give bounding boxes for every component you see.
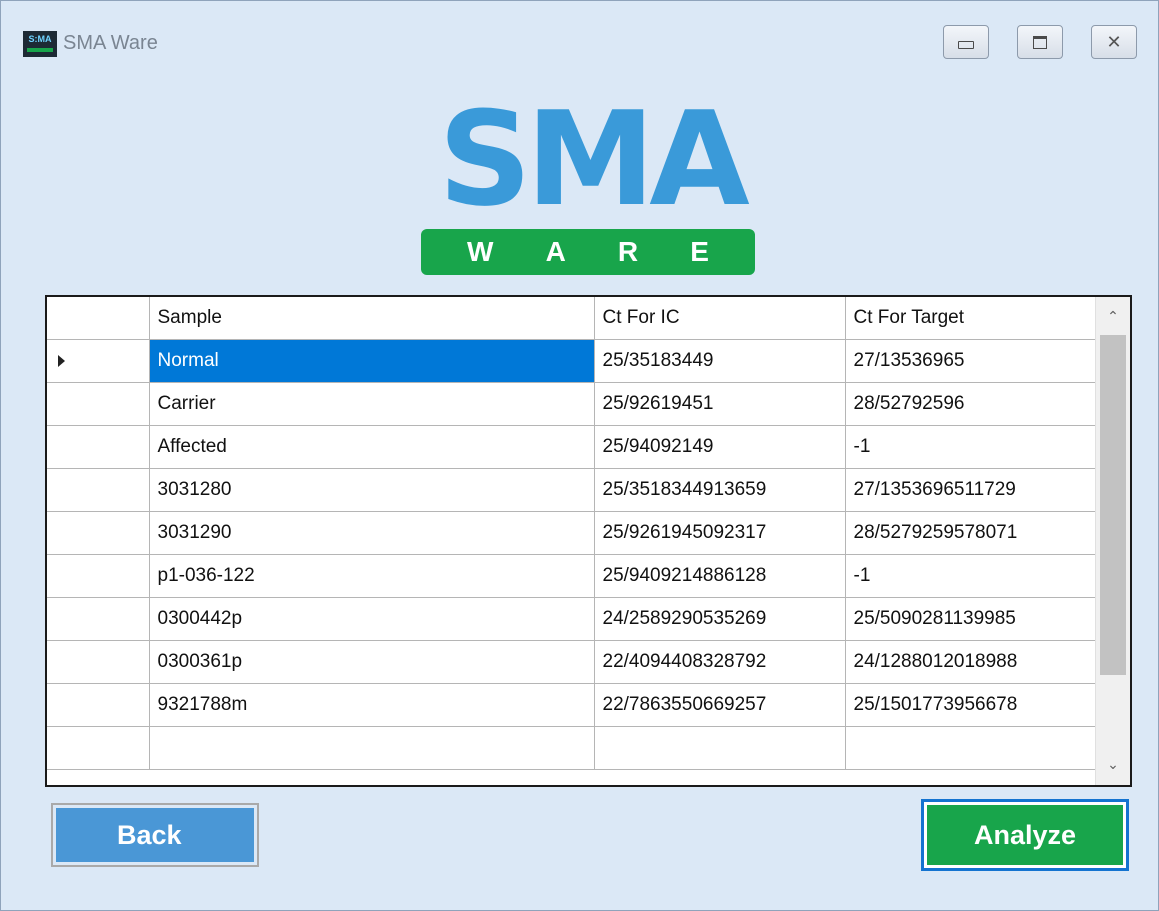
cell-ct-ic[interactable]: 25/35183449	[593, 338, 846, 383]
cell-ct-ic[interactable]: 22/4094408328792	[593, 639, 846, 684]
scroll-down-arrow-icon[interactable]: ⌄	[1096, 747, 1130, 783]
current-row-arrow-icon	[58, 354, 65, 367]
cell-ct-ic[interactable]: 25/9409214886128	[593, 553, 846, 598]
cell-ct-target[interactable]: -1	[844, 553, 1097, 598]
row-header[interactable]	[47, 510, 150, 555]
table-row[interactable]: 9321788m 22/7863550669257 25/1501773956678	[47, 682, 1097, 727]
back-button[interactable]: Back	[51, 803, 259, 867]
row-header[interactable]	[47, 467, 150, 512]
cell-sample[interactable]: Affected	[148, 424, 595, 469]
cell-sample[interactable]: 3031280	[148, 467, 595, 512]
cell-ct-ic[interactable]: 25/94092149	[593, 424, 846, 469]
cell-ct-ic[interactable]: 22/7863550669257	[593, 682, 846, 727]
empty-cell[interactable]	[148, 725, 595, 770]
logo-wordmark: SMA	[438, 83, 750, 235]
cell-ct-target[interactable]: 28/52792596	[844, 381, 1097, 426]
row-header[interactable]	[47, 725, 150, 770]
cell-ct-target[interactable]: 25/5090281139985	[844, 596, 1097, 641]
close-icon: ✕	[1106, 31, 1122, 53]
row-header[interactable]	[47, 424, 150, 469]
scroll-up-arrow-icon[interactable]: ⌃	[1096, 299, 1130, 335]
vertical-scrollbar[interactable]: ⌃ ⌄	[1095, 297, 1130, 785]
table-row[interactable]: 0300361p 22/4094408328792 24/1288012018988	[47, 639, 1097, 684]
logo-letter: A	[545, 236, 566, 267]
empty-cell[interactable]	[844, 725, 1097, 770]
cell-ct-target[interactable]: 28/5279259578071	[844, 510, 1097, 555]
analyze-button[interactable]: Analyze	[921, 799, 1129, 871]
row-header[interactable]	[47, 682, 150, 727]
header-row: Sample Ct For IC Ct For Target	[47, 297, 1097, 340]
cell-ct-ic[interactable]: 25/9261945092317	[593, 510, 846, 555]
close-button[interactable]: ✕	[1091, 25, 1137, 59]
cell-ct-ic[interactable]: 24/2589290535269	[593, 596, 846, 641]
table-row[interactable]: 3031280 25/3518344913659 27/1353696511729	[47, 467, 1097, 512]
cell-sample[interactable]: 0300361p	[148, 639, 595, 684]
scrollbar-thumb[interactable]	[1100, 335, 1126, 675]
row-header[interactable]	[47, 553, 150, 598]
column-header-sample[interactable]: Sample	[148, 297, 595, 340]
cell-ct-ic[interactable]: 25/92619451	[593, 381, 846, 426]
table-row[interactable]: p1-036-122 25/9409214886128 -1	[47, 553, 1097, 598]
cell-ct-target[interactable]: -1	[844, 424, 1097, 469]
app-window: S:MA SMA Ware ✕ SMA W A R E Sample Ct Fo…	[0, 0, 1159, 911]
cell-sample[interactable]: 3031290	[148, 510, 595, 555]
title-bar: S:MA SMA Ware ✕	[1, 1, 1158, 93]
minimize-button[interactable]	[943, 25, 989, 59]
row-header[interactable]	[47, 381, 150, 426]
maximize-button[interactable]	[1017, 25, 1063, 59]
samples-table: Sample Ct For IC Ct For Target Normal 25/…	[47, 297, 1097, 770]
window-title: SMA Ware	[63, 32, 158, 54]
minimize-icon	[958, 41, 974, 49]
logo-letter: R	[617, 236, 639, 267]
column-header-ct-ic[interactable]: Ct For IC	[593, 297, 846, 340]
table-row[interactable]: Affected 25/94092149 -1	[47, 424, 1097, 469]
logo-tagline-bar: W A R E	[421, 229, 755, 275]
row-header[interactable]	[47, 596, 150, 641]
table-row[interactable]: Normal 25/35183449 27/13536965	[47, 338, 1097, 383]
cell-sample[interactable]: Carrier	[148, 381, 595, 426]
table-row[interactable]: 3031290 25/9261945092317 28/5279259578071	[47, 510, 1097, 555]
cell-ct-target[interactable]: 25/1501773956678	[844, 682, 1097, 727]
column-header-ct-target[interactable]: Ct For Target	[844, 297, 1097, 340]
table-body: Normal 25/35183449 27/13536965 Carrier 25/92…	[47, 338, 1097, 770]
cell-ct-ic[interactable]: 25/3518344913659	[593, 467, 846, 512]
cell-sample[interactable]: p1-036-122	[148, 553, 595, 598]
row-header-corner[interactable]	[47, 297, 150, 340]
table-row[interactable]: Carrier 25/92619451 28/52792596	[47, 381, 1097, 426]
row-header[interactable]	[47, 338, 150, 383]
samples-data-grid[interactable]: Sample Ct For IC Ct For Target Normal 25/…	[45, 295, 1132, 787]
sma-ware-logo: SMA W A R E	[421, 91, 761, 281]
row-header[interactable]	[47, 639, 150, 684]
cell-ct-target[interactable]: 24/1288012018988	[844, 639, 1097, 684]
table-row[interactable]: 0300442p 24/2589290535269 25/5090281139985	[47, 596, 1097, 641]
cell-sample[interactable]: 9321788m	[148, 682, 595, 727]
logo-letter: E	[690, 236, 709, 267]
cell-ct-target[interactable]: 27/13536965	[844, 338, 1097, 383]
table-row[interactable]	[47, 725, 1097, 770]
maximize-icon	[1033, 35, 1047, 49]
sma-app-icon: S:MA	[23, 31, 57, 57]
cell-sample[interactable]: 0300442p	[148, 596, 595, 641]
empty-cell[interactable]	[593, 725, 846, 770]
cell-sample[interactable]: Normal	[148, 338, 595, 383]
cell-ct-target[interactable]: 27/1353696511729	[844, 467, 1097, 512]
logo-letter: W	[467, 236, 494, 267]
